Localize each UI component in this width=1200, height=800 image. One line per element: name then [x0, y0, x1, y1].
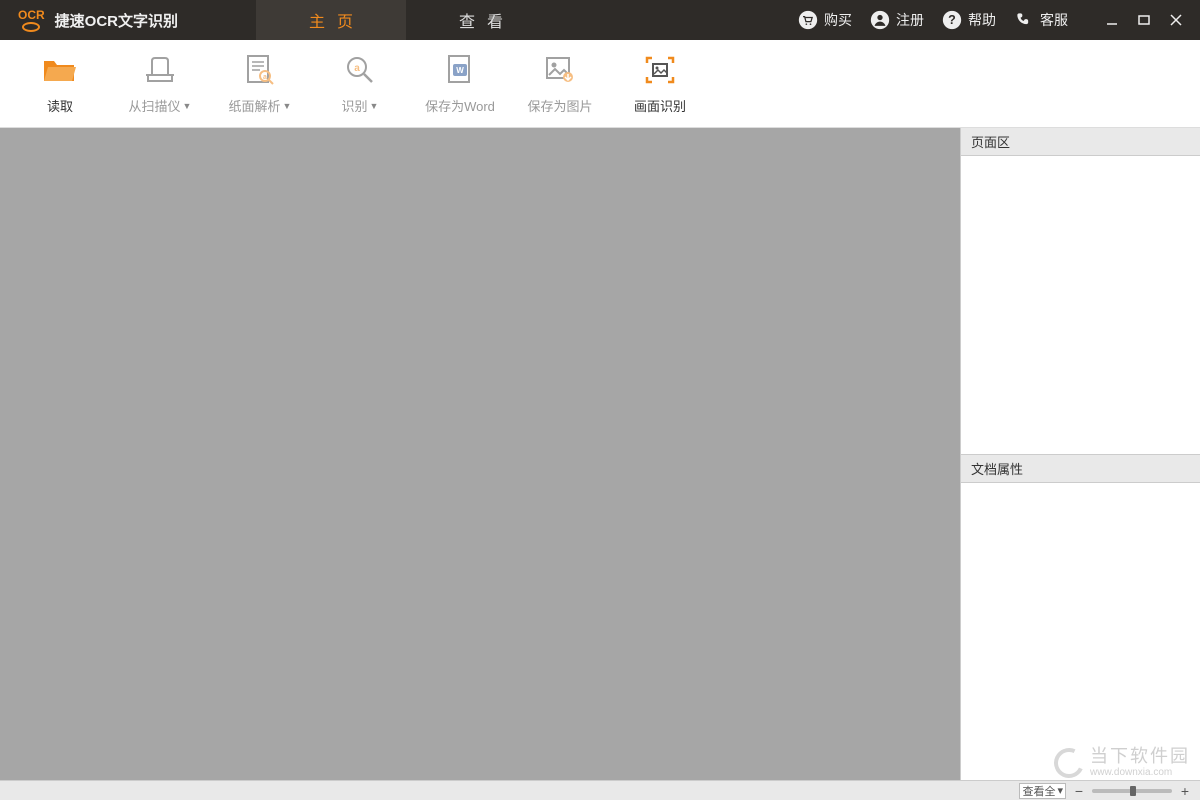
save-word-button[interactable]: W 保存为Word [410, 52, 510, 115]
eye-icon [22, 22, 40, 32]
tab-view-label: 查看 [447, 8, 515, 32]
save-image-button[interactable]: 保存为图片 [510, 52, 610, 115]
app-logo-area: OCR 捷速OCR文字识别 [0, 0, 196, 40]
svg-text:a: a [354, 63, 360, 74]
service-button[interactable]: 客服 [1014, 10, 1068, 30]
user-icon [870, 10, 890, 30]
scanner-label: 从扫描仪 [129, 96, 181, 115]
help-icon: ? [942, 10, 962, 30]
titlebar: OCR 捷速OCR文字识别 主页 查看 购买 注册 ? 帮助 客服 [0, 0, 1200, 40]
zoom-out-button[interactable]: − [1072, 784, 1086, 798]
read-button[interactable]: 读取 [10, 52, 110, 115]
content-area: 页面区 文档属性 [0, 128, 1200, 780]
zoom-slider[interactable] [1092, 789, 1172, 793]
help-button[interactable]: ? 帮助 [942, 10, 996, 30]
cart-icon [798, 10, 818, 30]
tab-view[interactable]: 查看 [406, 0, 556, 40]
screen-ocr-button[interactable]: 画面识别 [610, 52, 710, 115]
props-panel-header: 文档属性 [961, 455, 1200, 483]
pages-panel: 页面区 [961, 128, 1200, 455]
recognize-button[interactable]: a 识别▼ [310, 52, 410, 115]
analyze-label: 纸面解析 [229, 96, 281, 115]
svg-text:?: ? [948, 13, 956, 27]
right-sidebar: 页面区 文档属性 [960, 128, 1200, 780]
scanner-icon [144, 55, 176, 85]
pages-panel-header: 页面区 [961, 128, 1200, 156]
maximize-icon [1137, 13, 1151, 27]
screen-capture-icon [644, 55, 676, 85]
zoom-slider-thumb[interactable] [1130, 786, 1136, 796]
minimize-icon [1105, 13, 1119, 27]
buy-label: 购买 [824, 10, 852, 30]
svg-text:a: a [263, 74, 267, 81]
folder-open-icon [42, 55, 78, 85]
chevron-down-icon: ▼ [283, 101, 292, 111]
image-file-icon [544, 55, 576, 85]
zoom-in-button[interactable]: + [1178, 784, 1192, 798]
chevron-down-icon: ▼ [183, 101, 192, 111]
save-image-label: 保存为图片 [527, 96, 592, 115]
window-controls [1096, 0, 1192, 40]
title-actions: 购买 注册 ? 帮助 客服 [798, 0, 1200, 40]
pages-panel-title: 页面区 [971, 132, 1010, 151]
analyze-button[interactable]: a 纸面解析▼ [210, 52, 310, 115]
register-label: 注册 [896, 10, 924, 30]
zoom-controls: 查看全▾ − + [1011, 783, 1200, 799]
zoom-select-label: 查看全 [1022, 783, 1055, 799]
chevron-down-icon: ▼ [370, 101, 379, 111]
scanner-button[interactable]: 从扫描仪▼ [110, 52, 210, 115]
close-button[interactable] [1160, 0, 1192, 40]
props-panel: 文档属性 [961, 455, 1200, 781]
app-logo-text: OCR [18, 9, 45, 21]
minimize-button[interactable] [1096, 0, 1128, 40]
magnify-icon: a [344, 54, 376, 86]
pages-panel-body[interactable] [961, 156, 1200, 454]
page-analyze-icon: a [245, 54, 275, 86]
main-tabs: 主页 查看 [256, 0, 556, 40]
chevron-down-icon: ▾ [1057, 784, 1063, 797]
help-label: 帮助 [968, 10, 996, 30]
props-panel-body[interactable] [961, 483, 1200, 781]
svg-text:W: W [456, 66, 464, 75]
document-canvas[interactable] [0, 128, 960, 780]
buy-button[interactable]: 购买 [798, 10, 852, 30]
word-file-icon: W [445, 54, 475, 86]
screen-ocr-label: 画面识别 [634, 96, 686, 115]
props-panel-title: 文档属性 [971, 459, 1023, 478]
save-word-label: 保存为Word [425, 96, 495, 115]
maximize-button[interactable] [1128, 0, 1160, 40]
service-label: 客服 [1040, 10, 1068, 30]
app-title: 捷速OCR文字识别 [55, 10, 178, 31]
read-label: 读取 [47, 96, 73, 115]
recognize-label: 识别 [342, 96, 368, 115]
app-logo-icon: OCR [18, 9, 45, 32]
close-icon [1169, 13, 1183, 27]
zoom-select[interactable]: 查看全▾ [1019, 783, 1066, 799]
tab-home-label: 主页 [297, 8, 365, 32]
statusbar: 查看全▾ − + [0, 780, 1200, 800]
phone-icon [1014, 10, 1034, 30]
toolbar: 读取 从扫描仪▼ a 纸面解析▼ a 识别▼ W 保存为Word 保存为图片 画… [0, 40, 1200, 128]
register-button[interactable]: 注册 [870, 10, 924, 30]
tab-home[interactable]: 主页 [256, 0, 406, 40]
